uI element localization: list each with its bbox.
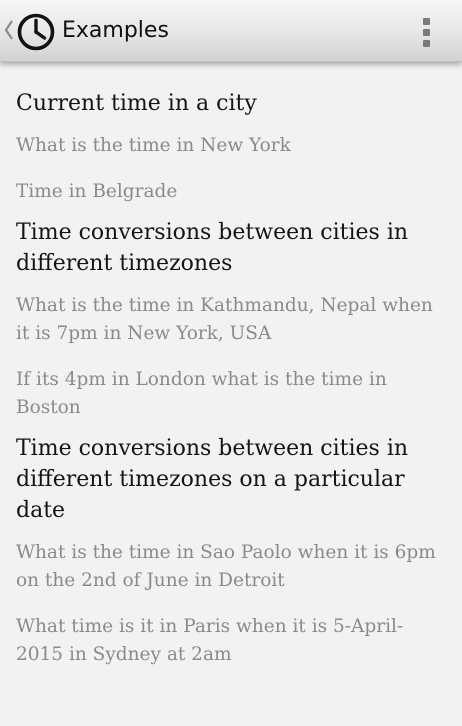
example-item[interactable]: Time in Belgrade [16, 178, 448, 206]
example-item[interactable]: What time is it in Paris when it is 5-Ap… [16, 613, 448, 669]
section-heading: Current time in a city [16, 91, 257, 116]
section-heading: Time conversions between cities in diffe… [16, 436, 409, 523]
examples-list: Current time in a city What is the time … [16, 88, 448, 680]
overflow-menu-icon-dot [423, 29, 430, 36]
section-heading: Time conversions between cities in diffe… [16, 220, 409, 276]
clock-icon [17, 13, 55, 51]
section-timezone-conversions: Time conversions between cities in diffe… [16, 217, 448, 422]
example-item[interactable]: What is the time in Kathmandu, Nepal whe… [16, 292, 448, 348]
section-current-time: Current time in a city What is the time … [16, 88, 448, 206]
example-item[interactable]: What is the time in Sao Paolo when it is… [16, 539, 448, 595]
example-item[interactable]: If its 4pm in London what is the time in… [16, 366, 448, 422]
chevron-left-icon [4, 20, 13, 40]
section-date-conversions: Time conversions between cities in diffe… [16, 433, 448, 669]
overflow-menu-icon [423, 18, 430, 25]
overflow-menu-button[interactable] [410, 12, 444, 52]
page-title: Examples [62, 18, 169, 43]
action-bar: Examples [0, 0, 462, 62]
example-item[interactable]: What is the time in New York [16, 132, 448, 160]
up-navigation-button[interactable] [0, 0, 62, 62]
overflow-menu-icon-dot [423, 40, 430, 47]
